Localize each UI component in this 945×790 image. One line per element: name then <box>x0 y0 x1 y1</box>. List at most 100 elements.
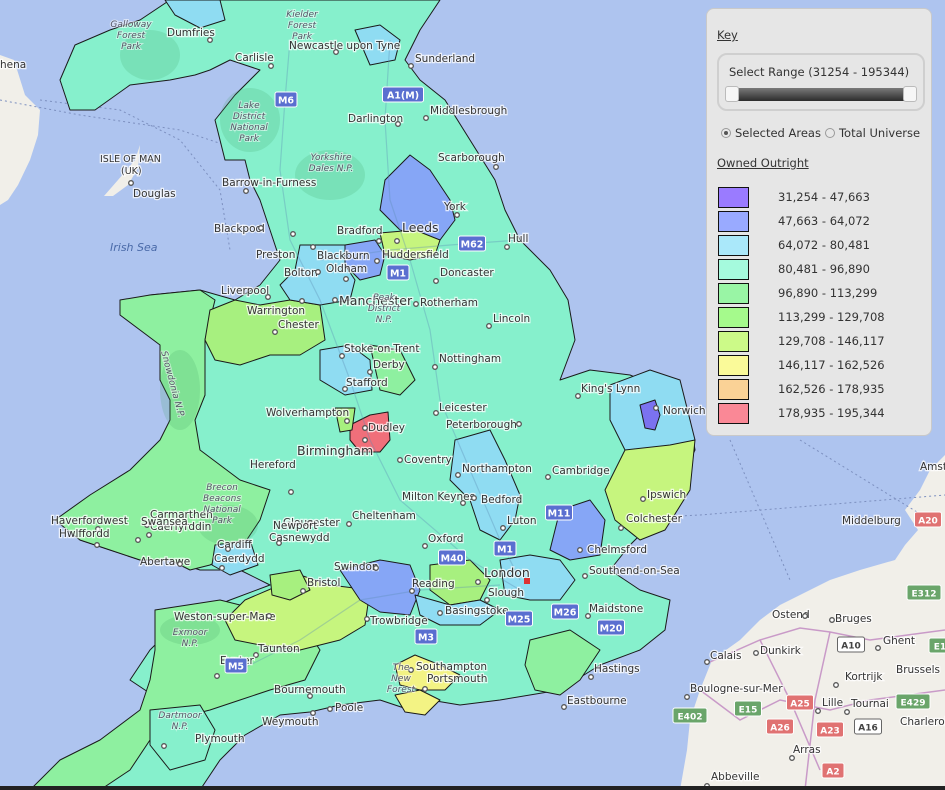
city-marker[interactable] <box>362 425 368 431</box>
city-marker[interactable] <box>486 323 492 329</box>
city-marker[interactable] <box>475 579 481 585</box>
city-marker[interactable] <box>844 709 850 715</box>
city-marker[interactable] <box>875 645 881 651</box>
city-marker[interactable] <box>408 63 414 69</box>
city-marker[interactable] <box>343 276 349 282</box>
city-marker[interactable] <box>585 613 591 619</box>
city-marker[interactable] <box>290 231 296 237</box>
city-marker[interactable] <box>413 301 419 307</box>
city-marker[interactable] <box>516 421 522 427</box>
city-marker[interactable] <box>268 63 274 69</box>
city-marker[interactable] <box>653 405 659 411</box>
city-marker[interactable] <box>135 537 141 543</box>
city-marker[interactable] <box>561 704 567 710</box>
city-marker[interactable] <box>789 755 795 761</box>
city-marker[interactable] <box>395 121 401 127</box>
city-marker[interactable] <box>307 693 313 699</box>
city-marker[interactable] <box>437 610 443 616</box>
city-marker[interactable] <box>484 597 490 603</box>
city-marker[interactable] <box>367 369 373 375</box>
city-marker[interactable] <box>266 613 272 619</box>
city-marker[interactable] <box>376 238 382 244</box>
city-marker[interactable] <box>704 659 710 665</box>
city-marker[interactable] <box>327 706 333 712</box>
city-marker[interactable] <box>272 329 278 335</box>
city-marker[interactable] <box>214 673 220 679</box>
city-marker[interactable] <box>253 652 259 658</box>
city-marker[interactable] <box>471 495 477 501</box>
city-marker[interactable] <box>315 269 321 275</box>
city-marker[interactable] <box>422 686 428 692</box>
city-marker[interactable] <box>333 49 339 55</box>
city-label: Leeds <box>402 220 439 235</box>
city-marker[interactable] <box>310 710 316 716</box>
city-marker[interactable] <box>545 474 551 480</box>
city-marker[interactable] <box>300 588 306 594</box>
city-marker[interactable] <box>161 743 167 749</box>
city-marker[interactable] <box>802 613 808 619</box>
city-marker[interactable] <box>833 682 839 688</box>
city-marker[interactable] <box>582 573 588 579</box>
city-marker[interactable] <box>373 565 379 571</box>
city-marker[interactable] <box>219 565 225 571</box>
city-label: Ghent <box>883 635 915 647</box>
city-marker[interactable] <box>207 37 213 43</box>
city-marker[interactable] <box>640 496 646 502</box>
city-marker[interactable] <box>374 258 380 264</box>
city-marker[interactable] <box>684 694 690 700</box>
range-slider-max-handle[interactable] <box>903 86 917 102</box>
city-marker[interactable] <box>364 616 370 622</box>
total-universe-radio[interactable] <box>824 128 835 138</box>
city-marker[interactable] <box>433 410 439 416</box>
city-marker[interactable] <box>397 457 403 463</box>
range-slider-min-handle[interactable] <box>725 86 739 102</box>
city-marker[interactable] <box>433 278 439 284</box>
range-slider-track[interactable] <box>727 88 917 101</box>
city-marker[interactable] <box>225 546 231 552</box>
city-marker[interactable] <box>408 667 414 673</box>
city-marker[interactable] <box>618 525 624 531</box>
city-marker[interactable] <box>423 115 429 121</box>
selected-areas-radio[interactable] <box>721 128 731 138</box>
city-marker[interactable] <box>243 188 249 194</box>
city-marker[interactable] <box>177 561 183 567</box>
city-marker[interactable] <box>829 617 835 623</box>
city-marker[interactable] <box>460 500 466 506</box>
city-marker[interactable] <box>394 238 400 244</box>
city-marker[interactable] <box>310 244 316 250</box>
city-marker[interactable] <box>493 164 499 170</box>
city-marker[interactable] <box>339 353 345 359</box>
selected-areas-option[interactable]: Selected Areas <box>721 126 821 140</box>
total-universe-option[interactable]: Total Universe <box>824 126 920 140</box>
city-marker[interactable] <box>422 543 428 549</box>
city-marker[interactable] <box>344 418 350 424</box>
city-marker[interactable] <box>504 244 510 250</box>
road-shield: A20 <box>914 511 942 528</box>
city-marker[interactable] <box>815 708 821 714</box>
city-marker[interactable] <box>575 393 581 399</box>
city-marker[interactable] <box>94 542 100 548</box>
city-marker[interactable] <box>265 294 271 300</box>
city-marker[interactable] <box>276 540 282 546</box>
city-marker[interactable] <box>346 521 352 527</box>
city-label: Cheltenham <box>352 510 416 522</box>
city-marker[interactable] <box>432 364 438 370</box>
city-label: hena <box>0 59 26 71</box>
city-marker[interactable] <box>362 437 368 443</box>
city-marker[interactable] <box>588 674 594 680</box>
city-marker[interactable] <box>577 547 583 553</box>
city-marker[interactable] <box>299 298 305 304</box>
city-marker[interactable] <box>332 297 338 303</box>
city-marker[interactable] <box>455 472 461 478</box>
svg-text:A25: A25 <box>790 700 810 710</box>
city-marker[interactable] <box>753 650 759 656</box>
city-marker[interactable] <box>409 588 415 594</box>
city-marker[interactable] <box>454 212 460 218</box>
svg-text:A10: A10 <box>841 642 861 652</box>
city-marker[interactable] <box>288 489 294 495</box>
city-marker[interactable] <box>146 532 152 538</box>
city-marker[interactable] <box>500 525 506 531</box>
city-marker[interactable] <box>342 386 348 392</box>
city-marker[interactable] <box>258 225 264 231</box>
city-marker[interactable] <box>128 180 134 186</box>
